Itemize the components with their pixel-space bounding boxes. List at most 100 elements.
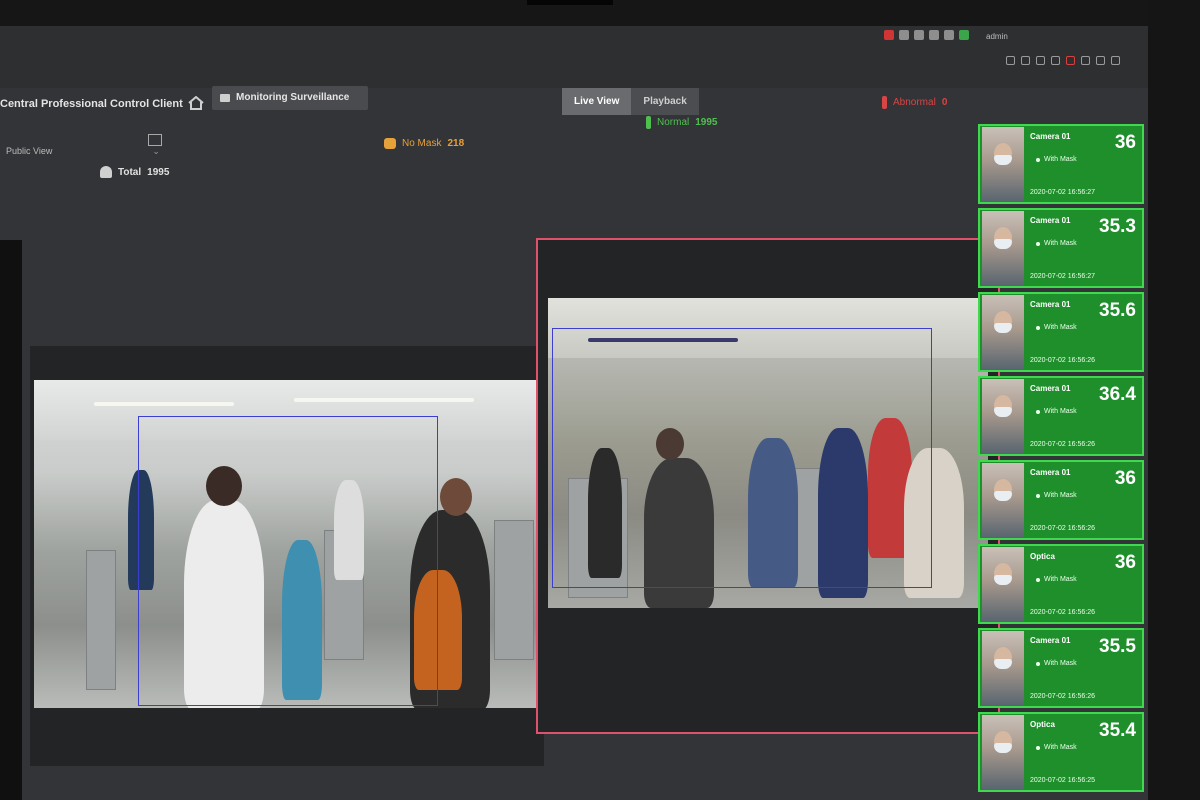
record-time: 2020-07-02 16:56:27 xyxy=(1030,273,1095,280)
record-mask-status: With Mask xyxy=(1036,576,1077,583)
stat-abnormal-value: 0 xyxy=(941,97,948,108)
stat-total-label: Total xyxy=(118,166,142,178)
record-card[interactable]: Camera 01 35.5 With Mask 2020-07-02 16:5… xyxy=(978,628,1144,708)
record-card[interactable]: Camera 01 36 With Mask 2020-07-02 16:56:… xyxy=(978,460,1144,540)
monitor-camera-notch xyxy=(527,0,613,5)
monitor-bezel-right xyxy=(1148,0,1200,800)
person-icon xyxy=(100,166,112,178)
record-card[interactable]: Camera 01 36 With Mask 2020-07-02 16:56:… xyxy=(978,124,1144,204)
record-mask-status: With Mask xyxy=(1036,324,1077,331)
grid-icon[interactable] xyxy=(1096,56,1105,65)
record-mask-label: With Mask xyxy=(1044,408,1077,415)
playback-button[interactable]: Playback xyxy=(631,88,699,115)
view-select-label: Public View xyxy=(6,146,53,156)
record-time: 2020-07-02 16:56:26 xyxy=(1030,357,1095,364)
mask-dot-icon xyxy=(1036,661,1040,666)
record-mask-status: With Mask xyxy=(1036,492,1077,499)
status-icon[interactable] xyxy=(959,30,969,40)
record-info: Camera 01 35.5 With Mask 2020-07-02 16:5… xyxy=(1026,630,1142,706)
video-pane-1[interactable] xyxy=(30,346,544,766)
record-temperature: 36 xyxy=(1114,132,1136,153)
app-title: Central Professional Control Client xyxy=(0,98,183,110)
record-temperature: 35.6 xyxy=(1099,300,1136,321)
split-icon[interactable] xyxy=(1081,56,1090,65)
record-time: 2020-07-02 16:56:26 xyxy=(1030,441,1095,448)
stat-abnormal-label: Abnormal xyxy=(893,97,936,108)
face-snapshot xyxy=(982,211,1024,285)
record-mask-label: With Mask xyxy=(1044,660,1077,667)
record-mask-label: With Mask xyxy=(1044,240,1077,247)
user-account[interactable]: admin xyxy=(986,32,1008,41)
mask-dot-icon xyxy=(1036,241,1040,246)
expand-icon[interactable] xyxy=(1111,56,1120,65)
title-bar xyxy=(0,26,1148,88)
alarm-icon[interactable] xyxy=(884,30,894,40)
turnstile-gate xyxy=(494,520,534,660)
record-time: 2020-07-02 16:56:26 xyxy=(1030,525,1095,532)
person-head xyxy=(440,478,472,516)
stat-normal-value: 1995 xyxy=(695,117,718,128)
record-icon[interactable] xyxy=(1036,56,1045,65)
camera-feed-1 xyxy=(34,380,542,708)
stat-normal: Normal 1995 xyxy=(646,116,717,129)
mask-dot-icon xyxy=(1036,325,1040,330)
mask-dot-icon xyxy=(1036,157,1040,162)
record-mask-label: With Mask xyxy=(1044,324,1077,331)
record-temperature: 36.4 xyxy=(1099,384,1136,405)
system-tray xyxy=(884,30,969,40)
record-card[interactable]: Camera 01 35.3 With Mask 2020-07-02 16:5… xyxy=(978,208,1144,288)
record-mask-label: With Mask xyxy=(1044,744,1077,751)
wifi-icon[interactable] xyxy=(944,30,954,40)
window-layout-icon[interactable] xyxy=(148,134,162,146)
toolbar-icons xyxy=(1006,56,1120,65)
camera-feed-2 xyxy=(548,298,988,608)
tab-monitoring-surveillance[interactable]: Monitoring Surveillance xyxy=(212,86,368,110)
mask-dot-icon xyxy=(1036,577,1040,582)
tab-label: Monitoring Surveillance xyxy=(236,92,350,103)
record-card[interactable]: Optica 36 With Mask 2020-07-02 16:56:26 xyxy=(978,544,1144,624)
temperature-record-panel: Camera 01 36 With Mask 2020-07-02 16:56:… xyxy=(978,122,1146,800)
record-mask-status: With Mask xyxy=(1036,744,1077,751)
stat-normal-label: Normal xyxy=(657,117,690,128)
record-info: Optica 36 With Mask 2020-07-02 16:56:26 xyxy=(1026,546,1142,622)
stat-no-mask-label: No Mask xyxy=(402,138,442,149)
video-pane-2-selected[interactable] xyxy=(536,238,1000,734)
record-time: 2020-07-02 16:56:26 xyxy=(1030,693,1095,700)
no-mask-icon xyxy=(384,138,396,149)
record-card[interactable]: Camera 01 36.4 With Mask 2020-07-02 16:5… xyxy=(978,376,1144,456)
turnstile-gate xyxy=(86,550,116,690)
record-info: Camera 01 36 With Mask 2020-07-02 16:56:… xyxy=(1026,126,1142,202)
face-snapshot xyxy=(982,127,1024,201)
home-icon[interactable] xyxy=(188,96,204,110)
record-time: 2020-07-02 16:56:26 xyxy=(1030,609,1095,616)
fullscreen-icon[interactable] xyxy=(1006,56,1015,65)
record-card[interactable]: Optica 35.4 With Mask 2020-07-02 16:56:2… xyxy=(978,712,1144,792)
lock-icon[interactable] xyxy=(929,30,939,40)
view-mode-switch: Live View Playback xyxy=(562,88,699,115)
snapshot-icon[interactable] xyxy=(1051,56,1060,65)
mask-dot-icon xyxy=(1036,745,1040,750)
face-snapshot xyxy=(982,463,1024,537)
stat-total-value: 1995 xyxy=(147,166,170,178)
monitor-bezel-left xyxy=(0,240,22,800)
record-temperature: 36 xyxy=(1114,552,1136,573)
record-card[interactable]: Camera 01 35.6 With Mask 2020-07-02 16:5… xyxy=(978,292,1144,372)
camera-icon xyxy=(220,94,230,102)
record-time: 2020-07-02 16:56:25 xyxy=(1030,777,1095,784)
face-snapshot xyxy=(982,379,1024,453)
record-temperature: 35.3 xyxy=(1099,216,1136,237)
face-snapshot xyxy=(982,715,1024,789)
record-info: Camera 01 36.4 With Mask 2020-07-02 16:5… xyxy=(1026,378,1142,454)
record-mask-status: With Mask xyxy=(1036,240,1077,247)
stop-icon[interactable] xyxy=(1066,56,1075,65)
live-view-button[interactable]: Live View xyxy=(562,88,632,115)
download-icon[interactable] xyxy=(914,30,924,40)
record-temperature: 35.5 xyxy=(1099,636,1136,657)
settings-icon[interactable] xyxy=(899,30,909,40)
stat-no-mask-value: 218 xyxy=(447,138,465,149)
view-select[interactable]: Public View ⌄ xyxy=(6,146,160,157)
layout-icon[interactable] xyxy=(1021,56,1030,65)
detection-box xyxy=(138,416,438,706)
stat-abnormal: Abnormal 0 xyxy=(882,96,947,109)
record-mask-status: With Mask xyxy=(1036,408,1077,415)
